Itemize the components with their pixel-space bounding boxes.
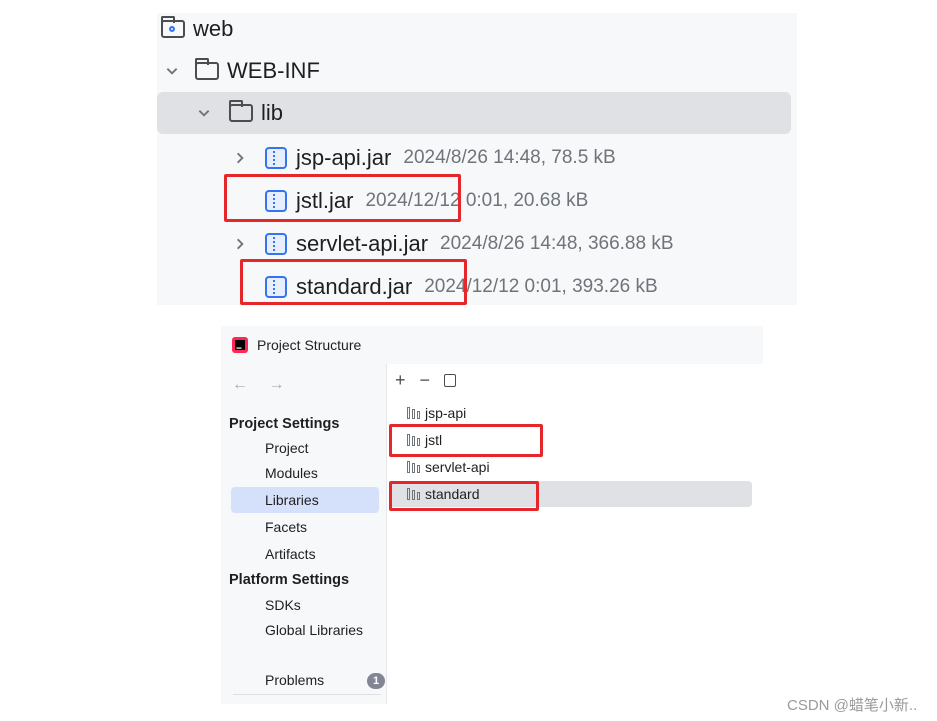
jar-icon (265, 233, 287, 255)
highlight-standard-jar (240, 259, 467, 305)
tree-item-lib[interactable]: lib (157, 92, 791, 134)
intellij-logo-icon (232, 337, 248, 353)
chevron-down-icon[interactable] (165, 64, 179, 78)
library-label: jsp-api (425, 405, 467, 421)
library-icon (407, 461, 421, 473)
sidebar-item-sdks[interactable]: SDKs (265, 597, 301, 613)
library-item-servlet-api[interactable]: servlet-api (407, 455, 490, 479)
chevron-right-icon[interactable] (233, 237, 247, 251)
libraries-toolbar: + − (395, 370, 457, 391)
folder-icon (195, 58, 219, 80)
remove-icon[interactable]: − (420, 370, 431, 391)
dialog-titlebar: Project Structure (221, 326, 763, 364)
highlight-jstl-jar (224, 174, 461, 222)
library-item-jsp-api[interactable]: jsp-api (407, 401, 466, 425)
tree-item-label: WEB-INF (227, 58, 320, 83)
library-label: servlet-api (425, 459, 490, 475)
sidebar-item-modules[interactable]: Modules (265, 465, 318, 481)
tree-item-web[interactable]: web (161, 13, 233, 50)
highlight-standard-library (389, 481, 539, 511)
sidebar-item-project[interactable]: Project (265, 440, 309, 456)
dialog-title: Project Structure (257, 337, 362, 353)
settings-sidebar: ← → Project Settings Project Modules Lib… (221, 364, 386, 704)
tree-item-jsp-api-jar[interactable]: jsp-api.jar 2024/8/26 14:48, 78.5 kB (233, 137, 616, 179)
folder-icon (229, 100, 253, 122)
library-icon (407, 407, 421, 419)
highlight-jstl-library (389, 424, 543, 457)
chevron-down-icon[interactable] (197, 106, 211, 120)
file-meta: 2024/8/26 14:48, 366.88 kB (440, 233, 674, 254)
sidebar-item-problems[interactable]: Problems (265, 672, 324, 688)
add-icon[interactable]: + (395, 370, 406, 391)
tree-item-label: servlet-api.jar (296, 231, 429, 256)
divider (386, 364, 387, 704)
chevron-right-icon[interactable] (233, 151, 247, 165)
tree-item-web-inf[interactable]: WEB-INF (165, 50, 320, 92)
watermark: CSDN @蜡笔小新.. (787, 697, 918, 714)
back-forward-arrows[interactable]: ← → (232, 376, 292, 394)
jar-icon (265, 147, 287, 169)
tree-item-label: lib (261, 100, 284, 125)
web-module-folder-icon (161, 16, 185, 38)
project-structure-dialog: Project Structure ← → Project Settings P… (221, 326, 763, 704)
section-platform-settings: Platform Settings (229, 572, 350, 588)
sidebar-item-artifacts[interactable]: Artifacts (265, 546, 316, 562)
file-meta: 2024/8/26 14:48, 78.5 kB (403, 147, 616, 168)
copy-icon[interactable] (444, 374, 457, 387)
sidebar-item-libraries[interactable]: Libraries (231, 487, 379, 513)
tree-item-label: jsp-api.jar (296, 145, 392, 170)
sidebar-item-global-libraries[interactable]: Global Libraries (265, 622, 363, 638)
section-project-settings: Project Settings (229, 416, 340, 432)
tree-item-label: web (193, 16, 234, 41)
sidebar-item-facets[interactable]: Facets (265, 519, 307, 535)
divider (233, 694, 381, 695)
problems-count-badge: 1 (367, 673, 385, 689)
